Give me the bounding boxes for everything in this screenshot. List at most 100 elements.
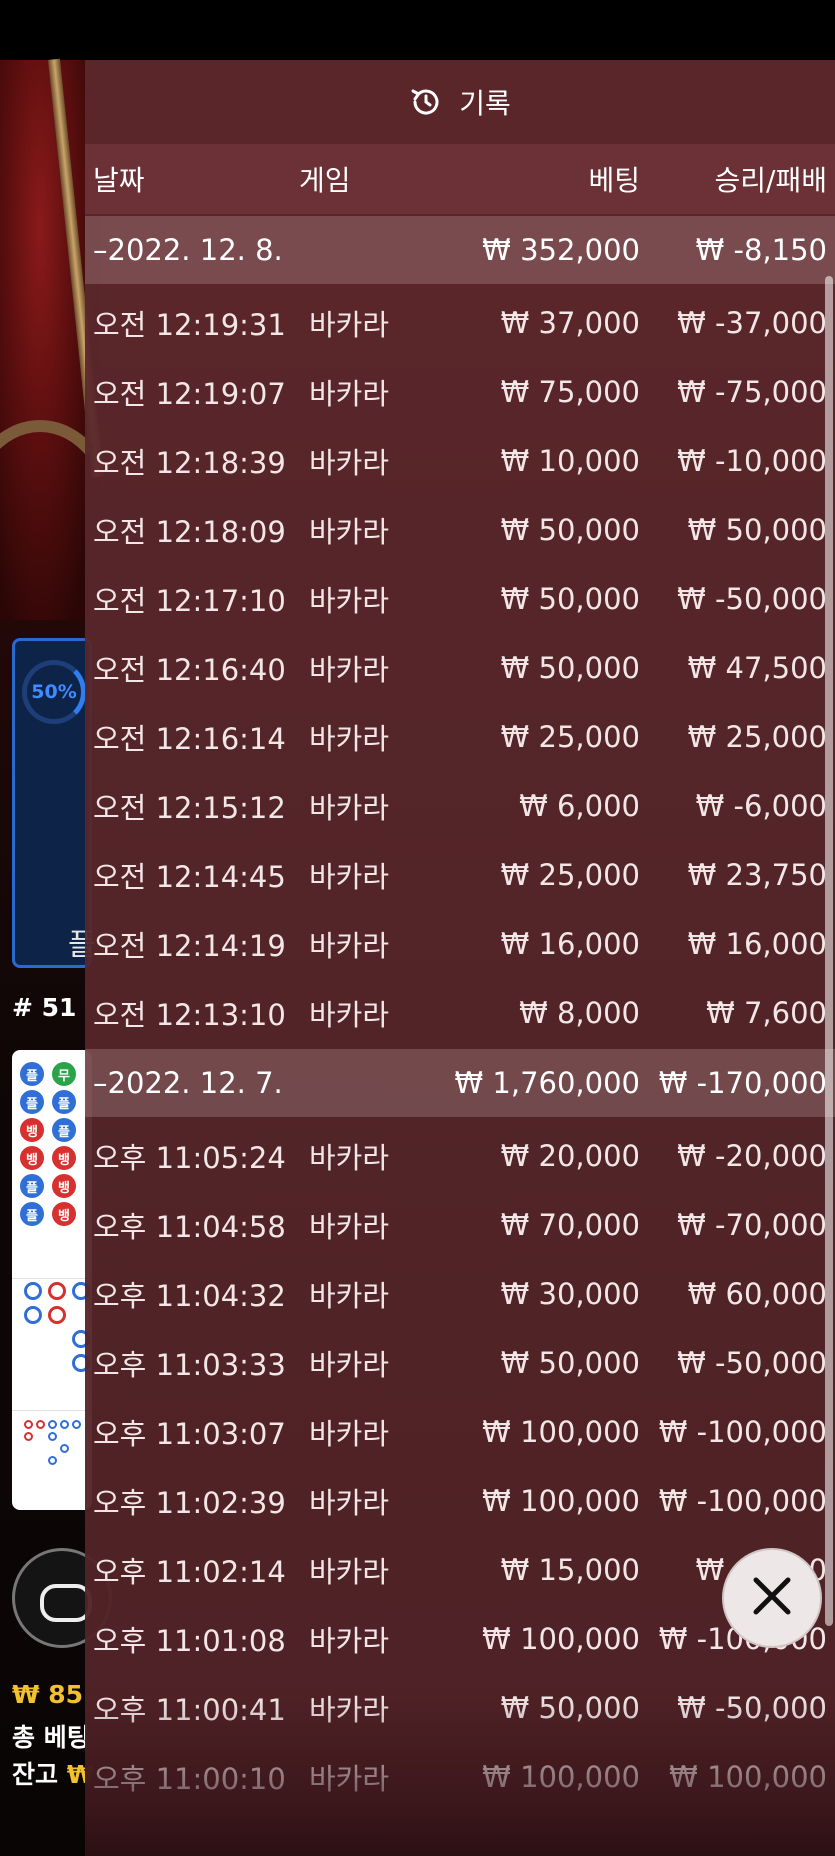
road-bead: 플: [20, 1202, 44, 1226]
history-row[interactable]: 오후 11:04:32 바카라 ₩ 30,000 ₩ 60,000: [85, 1259, 835, 1328]
history-row[interactable]: 오전 12:18:39 바카라 ₩ 10,000 ₩ -10,000: [85, 426, 835, 495]
row-bet: ₩ 25,000: [500, 719, 640, 754]
row-bet: ₩ 37,000: [500, 305, 640, 340]
column-headers: 날짜 게임 베팅 승리/패배: [85, 144, 835, 214]
close-icon: [750, 1574, 794, 1622]
row-time: 오후 11:02:14: [93, 1554, 286, 1589]
road-small: [48, 1420, 57, 1429]
history-icon: [409, 85, 443, 119]
history-list[interactable]: –2022. 12. 8. ₩ 352,000 ₩ -8,150 오전 12:1…: [85, 216, 835, 1811]
close-button[interactable]: [722, 1548, 822, 1648]
date-group-header[interactable]: –2022. 12. 7. ₩ 1,760,000 ₩ -170,000: [85, 1049, 835, 1117]
row-result: ₩ 25,000: [687, 719, 827, 754]
row-result: ₩ -50,000: [677, 581, 827, 616]
history-row[interactable]: 오후 11:03:33 바카라 ₩ 50,000 ₩ -50,000: [85, 1328, 835, 1397]
row-time: 오후 11:03:33: [93, 1347, 286, 1382]
group-date: –2022. 12. 7.: [93, 1066, 283, 1100]
row-game: 바카라: [309, 1209, 390, 1244]
panel-header: 기록: [85, 60, 835, 144]
row-game: 바카라: [309, 1485, 390, 1520]
row-result: ₩ -10,000: [677, 443, 827, 478]
row-result: ₩ 23,750: [687, 857, 827, 892]
row-game: 바카라: [309, 1416, 390, 1451]
road-ring: [24, 1306, 42, 1324]
row-result: ₩ -100,000: [658, 1414, 827, 1449]
row-result: ₩ 100,000: [669, 1759, 827, 1794]
row-time: 오전 12:18:09: [93, 514, 286, 549]
row-result: ₩ -70,000: [677, 1207, 827, 1242]
road-ring: [48, 1306, 66, 1324]
row-time: 오후 11:01:08: [93, 1623, 286, 1658]
road-bead: 플: [20, 1090, 44, 1114]
history-row[interactable]: 오전 12:15:12 바카라 ₩ 6,000 ₩ -6,000: [85, 771, 835, 840]
row-result: ₩ 16,000: [687, 926, 827, 961]
group-total-bet: ₩ 1,760,000: [454, 1066, 640, 1100]
row-time: 오전 12:19:07: [93, 376, 286, 411]
row-time: 오후 11:00:10: [93, 1761, 286, 1796]
scoreboard-road[interactable]: 플 무 플 플 뱅 플 뱅 뱅 플 뱅 플 뱅: [12, 1050, 92, 1510]
history-row[interactable]: 오전 12:14:19 바카라 ₩ 16,000 ₩ 16,000: [85, 909, 835, 978]
road-ring: [48, 1282, 66, 1300]
row-bet: ₩ 25,000: [500, 857, 640, 892]
row-time: 오전 12:16:14: [93, 721, 286, 756]
row-game: 바카라: [309, 1347, 390, 1382]
row-time: 오전 12:15:12: [93, 790, 286, 825]
row-game: 바카라: [309, 376, 390, 411]
history-row[interactable]: 오전 12:18:09 바카라 ₩ 50,000 ₩ 50,000: [85, 495, 835, 564]
road-ring: [24, 1282, 42, 1300]
row-game: 바카라: [309, 1140, 390, 1175]
history-row[interactable]: 오후 11:02:39 바카라 ₩ 100,000 ₩ -100,000: [85, 1466, 835, 1535]
total-bet-label: 총 베팅: [12, 1723, 90, 1752]
road-bead: 플: [20, 1062, 44, 1086]
row-game: 바카라: [309, 307, 390, 342]
history-row[interactable]: 오전 12:16:14 바카라 ₩ 25,000 ₩ 25,000: [85, 702, 835, 771]
row-game: 바카라: [309, 1554, 390, 1589]
row-game: 바카라: [309, 721, 390, 756]
road-small: [60, 1444, 69, 1453]
row-result: ₩ 60,000: [687, 1276, 827, 1311]
bet-percent-ring: 50%: [22, 660, 86, 724]
history-row[interactable]: 오전 12:17:10 바카라 ₩ 50,000 ₩ -50,000: [85, 564, 835, 633]
history-row[interactable]: 오후 11:05:24 바카라 ₩ 20,000 ₩ -20,000: [85, 1121, 835, 1190]
road-bead: 뱅: [52, 1202, 76, 1226]
row-result: ₩ -100,000: [658, 1483, 827, 1518]
row-result: ₩ 47,500: [687, 650, 827, 685]
history-row[interactable]: 오전 12:16:40 바카라 ₩ 50,000 ₩ 47,500: [85, 633, 835, 702]
row-game: 바카라: [309, 445, 390, 480]
history-row[interactable]: 오후 11:00:41 바카라 ₩ 50,000 ₩ -50,000: [85, 1673, 835, 1742]
row-time: 오전 12:19:31: [93, 307, 286, 342]
balance-label-row: 잔고 ₩: [12, 1755, 94, 1791]
row-game: 바카라: [309, 1761, 390, 1796]
row-game: 바카라: [309, 1623, 390, 1658]
history-row[interactable]: 오전 12:13:10 바카라 ₩ 8,000 ₩ 7,600: [85, 978, 835, 1047]
row-time: 오전 12:17:10: [93, 583, 286, 618]
road-small: [72, 1420, 81, 1429]
scrollbar[interactable]: [825, 276, 833, 1626]
row-result: ₩ -6,000: [695, 788, 827, 823]
history-row[interactable]: 오전 12:19:07 바카라 ₩ 75,000 ₩ -75,000: [85, 357, 835, 426]
row-bet: ₩ 50,000: [500, 581, 640, 616]
row-bet: ₩ 50,000: [500, 1345, 640, 1380]
history-row[interactable]: 오후 11:00:10 바카라 ₩ 100,000 ₩ 100,000: [85, 1742, 835, 1811]
group-total-bet: ₩ 352,000: [482, 233, 640, 267]
history-row[interactable]: 오전 12:19:31 바카라 ₩ 37,000 ₩ -37,000: [85, 288, 835, 357]
history-row[interactable]: 오후 11:03:07 바카라 ₩ 100,000 ₩ -100,000: [85, 1397, 835, 1466]
row-result: ₩ -37,000: [677, 305, 827, 340]
road-bead: 무: [52, 1062, 76, 1086]
date-group-header[interactable]: –2022. 12. 8. ₩ 352,000 ₩ -8,150: [85, 216, 835, 284]
row-bet: ₩ 6,000: [519, 788, 640, 823]
history-row[interactable]: 오후 11:04:58 바카라 ₩ 70,000 ₩ -70,000: [85, 1190, 835, 1259]
road-bead: 플: [52, 1090, 76, 1114]
row-result: ₩ -50,000: [677, 1345, 827, 1380]
column-date: 날짜: [93, 164, 145, 197]
road-bead: 플: [20, 1174, 44, 1198]
history-row[interactable]: 오전 12:14:45 바카라 ₩ 25,000 ₩ 23,750: [85, 840, 835, 909]
row-time: 오후 11:04:32: [93, 1278, 286, 1313]
row-bet: ₩ 70,000: [500, 1207, 640, 1242]
history-row[interactable]: 오후 11:01:08바카라₩ 100,000₩ -100,000: [85, 1604, 835, 1673]
row-game: 바카라: [309, 928, 390, 963]
row-game: 바카라: [309, 790, 390, 825]
road-small: [24, 1432, 33, 1441]
row-result: ₩ 50,000: [687, 512, 827, 547]
row-bet: ₩ 20,000: [500, 1138, 640, 1173]
